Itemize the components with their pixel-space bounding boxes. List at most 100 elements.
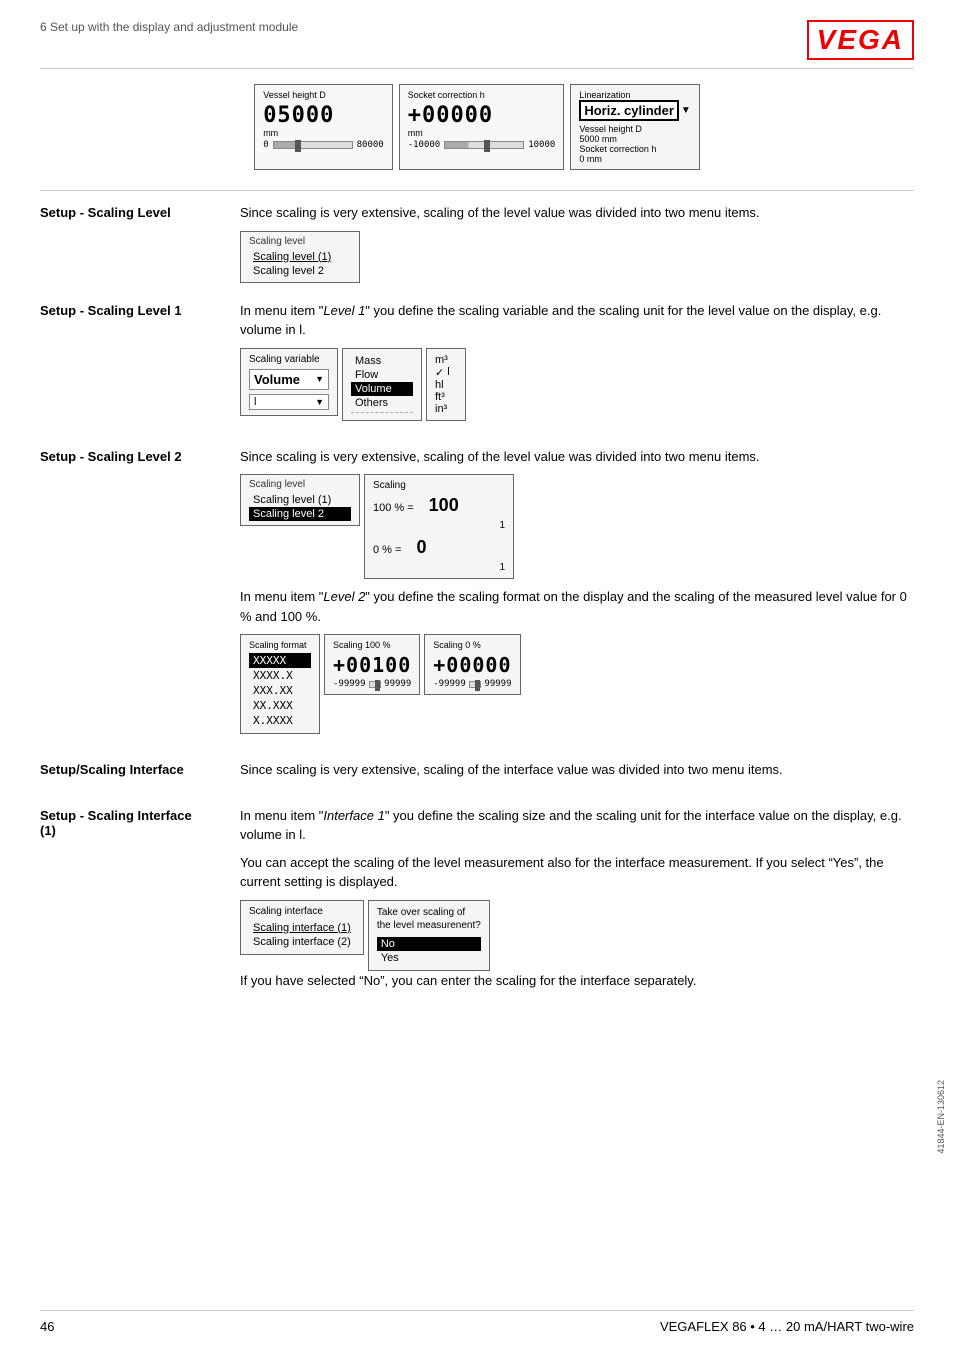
- scaling-interface-box: Scaling interface Scaling interface (1) …: [240, 900, 364, 955]
- scaling-100-track[interactable]: [369, 681, 382, 688]
- level1-italic: Level 1: [323, 303, 365, 318]
- linearization-box: Linearization Horiz. cylinder ▼ Vessel h…: [570, 84, 699, 170]
- iface-item-2[interactable]: Scaling interface (2): [249, 935, 355, 949]
- scaling-100-row: 100 % = 100: [373, 495, 505, 516]
- section-scaling-interface-1-body: In menu item "Interface 1" you define th…: [240, 806, 914, 999]
- scaling-0-track[interactable]: [469, 681, 482, 688]
- section-scaling-interface-body: Since scaling is very extensive, scaling…: [240, 760, 914, 788]
- scaling-100-sub: 1: [373, 520, 505, 531]
- scaling-l2-item-2[interactable]: Scaling level 2: [249, 507, 351, 521]
- takeover-no[interactable]: No: [377, 937, 481, 951]
- scaling-0-box-title: Scaling 0 %: [433, 640, 511, 650]
- sv-option-others[interactable]: Others: [351, 396, 413, 410]
- section-scaling-level-1-text: In menu item "Level 1" you define the sc…: [240, 301, 914, 340]
- linearization-arrow-icon[interactable]: ▼: [681, 105, 691, 116]
- socket-correction-box: Socket correction h +00000 mm -10000 100…: [399, 84, 565, 170]
- section-si1-text1: In menu item "Interface 1" you define th…: [240, 806, 914, 845]
- lin-socket-val: 0 mm: [579, 154, 690, 164]
- format-xxxxx[interactable]: XXXXX: [249, 653, 311, 668]
- lin-vessel-label: Vessel height D: [579, 124, 690, 134]
- scaling-100-box-title: Scaling 100 %: [333, 640, 411, 650]
- scaling-unit-options: m³ ✓l hl ft³ in³: [426, 348, 466, 421]
- scaling-variable-dropdown[interactable]: Volume ▼: [249, 369, 329, 390]
- socket-correction-slider[interactable]: [444, 141, 524, 149]
- scaling-l2-item-1[interactable]: Scaling level (1): [249, 493, 351, 507]
- interface1-italic: Interface 1: [323, 808, 384, 823]
- section-scaling-level-2: Setup - Scaling Level 2 Since scaling is…: [40, 447, 914, 743]
- section-scaling-level-body: Since scaling is very extensive, scaling…: [240, 203, 914, 283]
- scaling-l2-menu-title: Scaling level: [249, 479, 351, 490]
- sv-unit-ft3[interactable]: ft³: [435, 391, 457, 403]
- page-number: 46: [40, 1319, 54, 1334]
- sv-option-mass[interactable]: Mass: [351, 354, 413, 368]
- scaling-unit-value: l: [254, 396, 256, 408]
- vessel-height-slider[interactable]: [273, 141, 353, 149]
- scaling-0-box-value: +00000: [433, 653, 511, 677]
- level2-italic: Level 2: [323, 589, 365, 604]
- scaling-format-title: Scaling format: [249, 640, 311, 650]
- section-scaling-interface-text: Since scaling is very extensive, scaling…: [240, 760, 914, 780]
- vessel-height-value: 05000: [263, 103, 384, 128]
- sv-unit-m3[interactable]: m³: [435, 354, 457, 366]
- format-container: Scaling format XXXXX XXXX.X XXX.XX XX.XX…: [240, 634, 914, 734]
- section-scaling-interface-label: Setup/Scaling Interface: [40, 760, 240, 788]
- sv-option-volume[interactable]: Volume: [351, 382, 413, 396]
- footer: 46 VEGAFLEX 86 • 4 … 20 mA/HART two-wire: [40, 1310, 914, 1334]
- scaling-0-max: 99999: [484, 679, 511, 689]
- scaling-unit-arrow-icon: ▼: [315, 397, 324, 407]
- lin-vessel-val: 5000 mm: [579, 134, 690, 144]
- scaling-100-box-value: +00100: [333, 653, 411, 677]
- content-area: Setup - Scaling Level Since scaling is v…: [40, 203, 914, 1016]
- section-scaling-level-1-body: In menu item "Level 1" you define the sc…: [240, 301, 914, 429]
- scaling-100-value: 100: [429, 495, 459, 516]
- section-scaling-level-2-body: Since scaling is very extensive, scaling…: [240, 447, 914, 743]
- scaling-values-box: Scaling 100 % = 100 1 0 % = 0 1: [364, 474, 514, 579]
- scaling-level-menu-title: Scaling level: [249, 236, 351, 247]
- vessel-height-max: 80000: [357, 140, 384, 150]
- takeover-title: Take over scaling ofthe level measurenen…: [377, 906, 481, 932]
- scaling-unit-dropdown[interactable]: l ▼: [249, 394, 329, 410]
- vessel-height-min: 0: [263, 140, 268, 150]
- format-xxxx-x[interactable]: XXXX.X: [249, 668, 311, 683]
- section-scaling-level-label: Setup - Scaling Level: [40, 203, 240, 283]
- scaling-0-min: -99999: [433, 679, 466, 689]
- vessel-height-box: Vessel height D 05000 mm 0 80000: [254, 84, 393, 170]
- sv-unit-in3[interactable]: in³: [435, 403, 457, 415]
- scaling-level-menu: Scaling level Scaling level (1) Scaling …: [240, 231, 360, 283]
- interface-container: Scaling interface Scaling interface (1) …: [240, 900, 914, 971]
- iface-item-1[interactable]: Scaling interface (1): [249, 921, 355, 935]
- scaling-variable-box: Scaling variable Volume ▼ l ▼: [240, 348, 338, 416]
- top-separator: [40, 190, 914, 191]
- sv-option-flow[interactable]: Flow: [351, 368, 413, 382]
- socket-correction-unit: mm: [408, 128, 556, 138]
- section-scaling-interface: Setup/Scaling Interface Since scaling is…: [40, 760, 914, 788]
- scaling-level-item-1[interactable]: Scaling level (1): [249, 250, 351, 264]
- section-scaling-level-2-text1: Since scaling is very extensive, scaling…: [240, 447, 914, 467]
- header-title: 6 Set up with the display and adjustment…: [40, 20, 298, 34]
- lin-socket-label: Socket correction h: [579, 144, 690, 154]
- top-diagram: Vessel height D 05000 mm 0 80000 Socket …: [40, 84, 914, 170]
- section-scaling-level-1: Setup - Scaling Level 1 In menu item "Le…: [40, 301, 914, 429]
- sv-unit-l[interactable]: ✓l: [435, 366, 457, 379]
- sv-separator: [351, 412, 413, 413]
- header: 6 Set up with the display and adjustment…: [40, 20, 914, 69]
- linearization-title: Linearization: [579, 90, 690, 100]
- takeover-yes[interactable]: Yes: [377, 951, 481, 965]
- scaling-0-box: Scaling 0 % +00000 -99999 99999: [424, 634, 520, 695]
- footer-product: VEGAFLEX 86 • 4 … 20 mA/HART two-wire: [660, 1319, 914, 1334]
- scaling-0-sub: 1: [373, 562, 505, 573]
- format-xxx-xx[interactable]: XXX.XX: [249, 683, 311, 698]
- linearization-value: Horiz. cylinder: [579, 100, 679, 121]
- section-si1-text2: You can accept the scaling of the level …: [240, 853, 914, 892]
- scaling-variable-container: Scaling variable Volume ▼ l ▼ Mass: [240, 348, 914, 421]
- page: 6 Set up with the display and adjustment…: [0, 0, 954, 1354]
- format-x-xxxx[interactable]: X.XXXX: [249, 713, 311, 728]
- vessel-height-unit: mm: [263, 128, 384, 138]
- scaling-100-min: -99999: [333, 679, 366, 689]
- side-label: 41844-EN-130612: [936, 1080, 946, 1154]
- scaling-level-item-2[interactable]: Scaling level 2: [249, 264, 351, 278]
- scaling-100-box: Scaling 100 % +00100 -99999 99999: [324, 634, 420, 695]
- sv-unit-hl[interactable]: hl: [435, 379, 457, 391]
- scaling-0-label: 0 % =: [373, 544, 401, 556]
- format-xx-xxx[interactable]: XX.XXX: [249, 698, 311, 713]
